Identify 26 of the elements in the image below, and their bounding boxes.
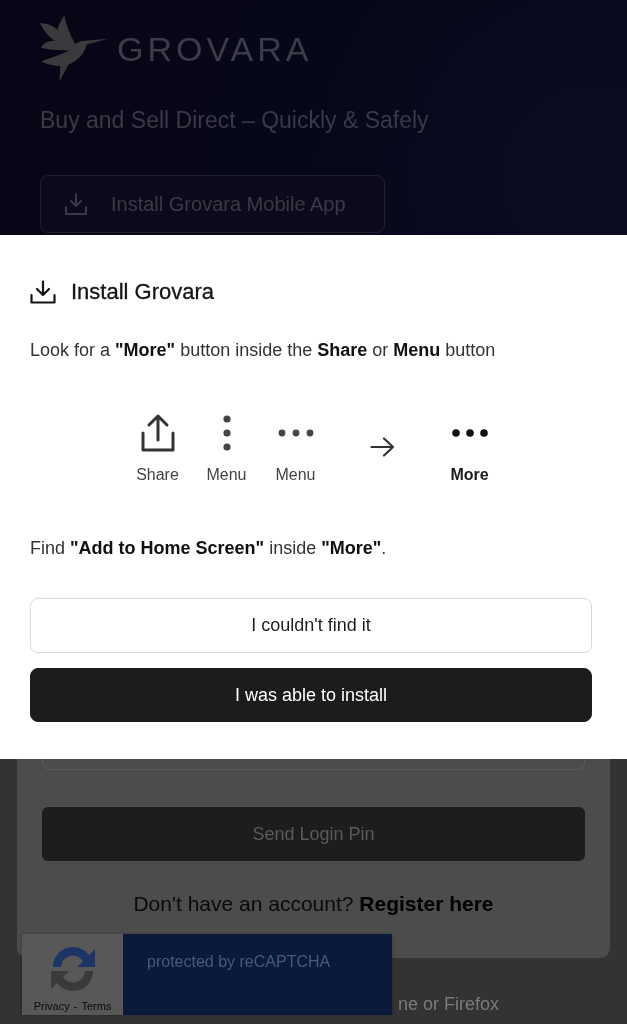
browser-note: ne or Firefox	[398, 993, 501, 1015]
horizontal-dots-icon	[451, 429, 488, 437]
step-label: Share	[136, 465, 179, 485]
vertical-dots-icon	[222, 415, 231, 451]
register-link[interactable]: Register here	[359, 892, 494, 915]
register-prompt: Don't have an account? Register here	[132, 891, 495, 917]
couldnt-find-button[interactable]: I couldn't find it	[30, 598, 592, 653]
link-separator: -	[73, 1000, 78, 1013]
download-icon	[30, 280, 56, 304]
instruction-text: Look for a "More" button inside the Share or Menu button	[30, 339, 497, 362]
download-icon	[65, 193, 87, 215]
privacy-link[interactable]: Privacy	[33, 1000, 70, 1013]
hint-text: Find "Add to Home Screen" inside "More".	[30, 537, 388, 560]
arrow-right-icon	[370, 437, 395, 457]
installed-button[interactable]: I was able to install	[30, 668, 592, 722]
horizontal-dots-icon	[277, 429, 314, 437]
hummingbird-logo-icon	[40, 15, 108, 82]
input-field[interactable]	[42, 759, 585, 770]
step-label: More	[450, 465, 489, 485]
share-icon	[139, 413, 176, 453]
terms-link[interactable]: Terms	[81, 1000, 112, 1013]
send-pin-button[interactable]: Send Login Pin	[42, 807, 585, 861]
step-label: Menu	[275, 465, 316, 485]
step-label: Menu	[206, 465, 247, 485]
recaptcha-text: protected by reCAPTCHA	[147, 953, 331, 970]
dialog-title: Install Grovara	[71, 278, 215, 306]
